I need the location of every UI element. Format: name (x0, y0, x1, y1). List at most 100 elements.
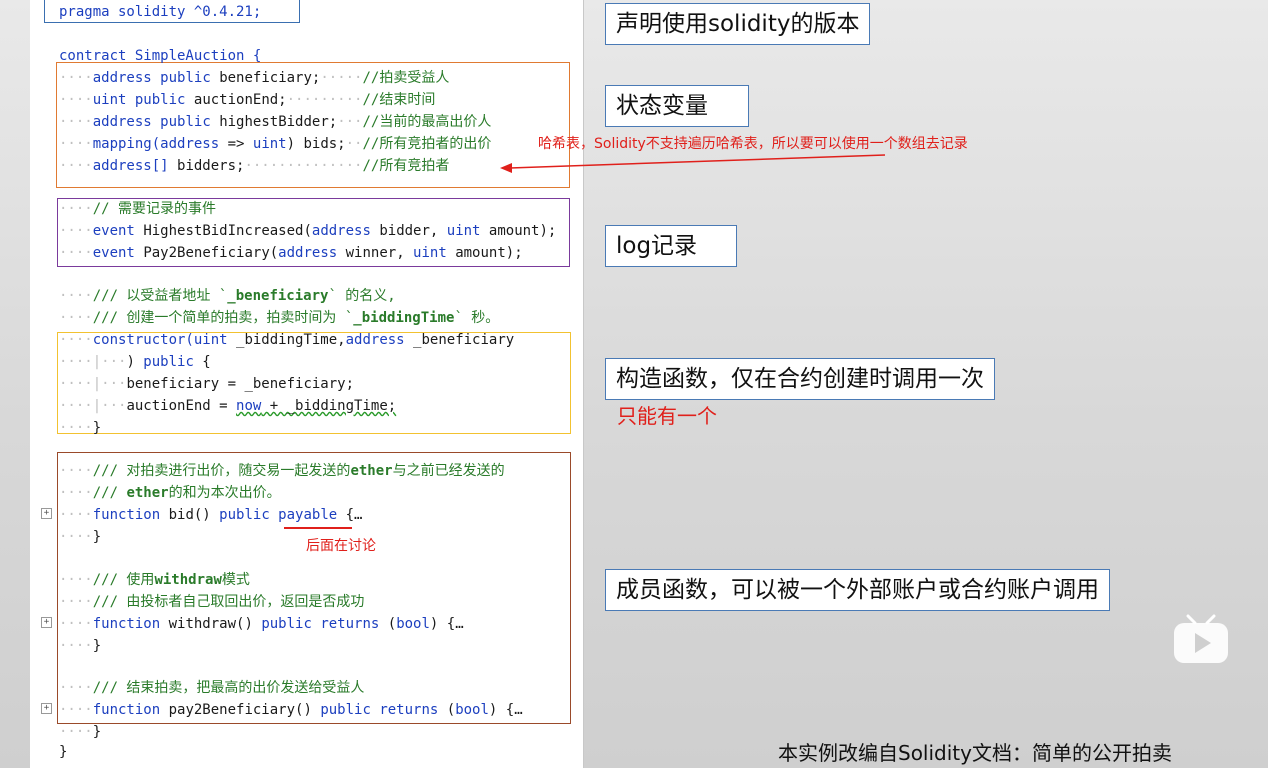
comment-code: ether (126, 485, 169, 501)
type-keyword: uint (446, 223, 481, 239)
paren: ( (379, 616, 397, 632)
contract-decl-line: contract SimpleAuction { (59, 45, 261, 67)
arrow: => (219, 136, 253, 152)
folded-body[interactable]: ) {… (489, 702, 523, 718)
comment: /// 使用 (92, 572, 155, 588)
event-keyword: event (92, 223, 135, 239)
comment: /// 由投标者自己取回出价，返回是否成功 (92, 594, 365, 610)
comment: /// 以受益者地址 ` (92, 288, 228, 304)
brace: } (92, 420, 102, 436)
pragma-text: pragma solidity ^0.4.21; (59, 4, 262, 20)
state-var-line: ····address public highestBidder;···//当前… (59, 114, 492, 130)
events-comment-line: ····// 需要记录的事件 (59, 201, 217, 217)
constructor-body-line: ····|···beneficiary = _beneficiary; (59, 376, 355, 392)
param: winner, (337, 245, 414, 261)
function-name: bid() (160, 507, 220, 523)
comment: 的和为本次出价。 (168, 485, 281, 501)
comment-code: withdraw (154, 572, 222, 588)
event-name: HighestBidIncreased( (143, 223, 312, 239)
constructor-line: ····constructor(uint _biddingTime,addres… (59, 332, 515, 348)
hash-table-note: 哈希表，Solidity不支持遍历哈希表，所以要可以使用一个数组去记录 (538, 136, 968, 152)
type-keyword: address[] (92, 158, 169, 174)
comment: //当前的最高出价人 (362, 114, 492, 130)
closing-brace-line: ····} (59, 724, 102, 740)
expand-fold-icon[interactable]: + (41, 617, 52, 628)
type-keyword: address (345, 332, 405, 348)
paren: ( (438, 702, 456, 718)
type-keyword: address (92, 70, 152, 86)
comment: ` 秒。 (454, 310, 500, 326)
brace: } (59, 744, 68, 760)
comment: /// 创建一个简单的拍卖，拍卖时间为 ` (92, 310, 354, 326)
statement: beneficiary = _beneficiary; (126, 376, 355, 392)
brace: } (92, 638, 102, 654)
identifier: bidders; (177, 158, 245, 174)
constructor-line: ····|···) public { (59, 354, 211, 370)
type-keyword: uint (413, 245, 447, 261)
pragma-line: pragma solidity ^0.4.21; (59, 1, 261, 23)
member-functions-label: 成员函数，可以被一个外部账户或合约账户调用 (605, 569, 1110, 611)
comment-code: _beneficiary (227, 288, 329, 304)
bid-comment-line: ····/// 对拍卖进行出价，随交易一起发送的ether与之前已经发送的 (59, 463, 505, 479)
comment-code: ether (350, 463, 393, 479)
log-label: log记录 (605, 225, 737, 267)
event-name: Pay2Beneficiary( (143, 245, 279, 261)
constructor-comment-line: ····/// 创建一个简单的拍卖，拍卖时间为 `_biddingTime` 秒… (59, 310, 500, 326)
constructor-comment-line: ····/// 以受益者地址 `_beneficiary` 的名义, (59, 288, 396, 304)
now-keyword: now (236, 398, 262, 414)
returns-keyword: returns (370, 702, 439, 718)
comment: 模式 (221, 572, 250, 588)
brace: { (193, 354, 211, 370)
expand-fold-icon[interactable]: + (41, 508, 52, 519)
function-keyword: function (92, 616, 161, 632)
pay-function-line: ····function pay2Beneficiary() public re… (59, 702, 523, 718)
event-keyword: event (92, 245, 135, 261)
constructor-label: 构造函数，仅在合约创建时调用一次 (605, 358, 995, 400)
type-keyword: bool (396, 616, 430, 632)
withdraw-comment-line: ····/// 使用withdraw模式 (59, 572, 250, 588)
withdraw-function-line: ····function withdraw() public returns (… (59, 616, 464, 632)
discuss-later-note: 后面在讨论 (306, 538, 376, 554)
comment: //所有竞拍者 (362, 158, 450, 174)
type-keyword: uint (252, 136, 287, 152)
folded-body[interactable]: {… (337, 507, 363, 523)
state-var-line: ····address[] bidders;··············//所有… (59, 158, 450, 174)
param: bidder, (370, 223, 447, 239)
statement: auctionEnd = (126, 398, 237, 414)
function-name: pay2Beneficiary() (160, 702, 321, 718)
withdraw-comment-line: ····/// 由投标者自己取回出价，返回是否成功 (59, 594, 365, 610)
comment: /// (92, 485, 127, 501)
closing-brace-line: ····} (59, 420, 102, 436)
play-icon[interactable] (1172, 614, 1230, 666)
mapping-keyword: mapping( (92, 136, 161, 152)
identifier: highestBidder; (219, 114, 338, 130)
bid-comment-line: ····/// ether的和为本次出价。 (59, 485, 281, 501)
paren: ) (126, 354, 144, 370)
state-var-line: ····address public beneficiary;·····//拍卖… (59, 70, 450, 86)
payable-keyword: payable (269, 507, 338, 523)
function-keyword: function (92, 702, 161, 718)
expand-fold-icon[interactable]: + (41, 703, 52, 714)
type-keyword: uint (92, 92, 127, 108)
statement: + _biddingTime; (261, 398, 397, 414)
comment: // 需要记录的事件 (92, 201, 217, 217)
closing-brace-line: ····} (59, 529, 102, 545)
comment: /// 结束拍卖，把最高的出价发送给受益人 (92, 680, 365, 696)
pay-comment-line: ····/// 结束拍卖，把最高的出价发送给受益人 (59, 680, 365, 696)
brace: } (92, 724, 102, 740)
folded-body[interactable]: ) {… (430, 616, 464, 632)
type-keyword: address (160, 136, 220, 152)
contract-decl-text: contract SimpleAuction { (59, 48, 262, 64)
type-keyword: address (278, 245, 338, 261)
identifier: beneficiary; (219, 70, 321, 86)
comment: //拍卖受益人 (362, 70, 450, 86)
comment: /// 对拍卖进行出价，随交易一起发送的 (92, 463, 351, 479)
constructor-body-line: ····|···auctionEnd = now + _biddingTime; (59, 398, 397, 414)
type-keyword: uint (193, 332, 228, 348)
source-caption: 本实例改编自Solidity文档：简单的公开拍卖 (778, 741, 1172, 765)
contract-closing-brace: } (59, 741, 67, 763)
state-var-line: ····uint public auctionEnd;·········//结束… (59, 92, 436, 108)
param: _beneficiary (404, 332, 515, 348)
state-var-line: ····mapping(address => uint) bids;··//所有… (59, 136, 492, 152)
visibility-keyword: public (261, 616, 312, 632)
